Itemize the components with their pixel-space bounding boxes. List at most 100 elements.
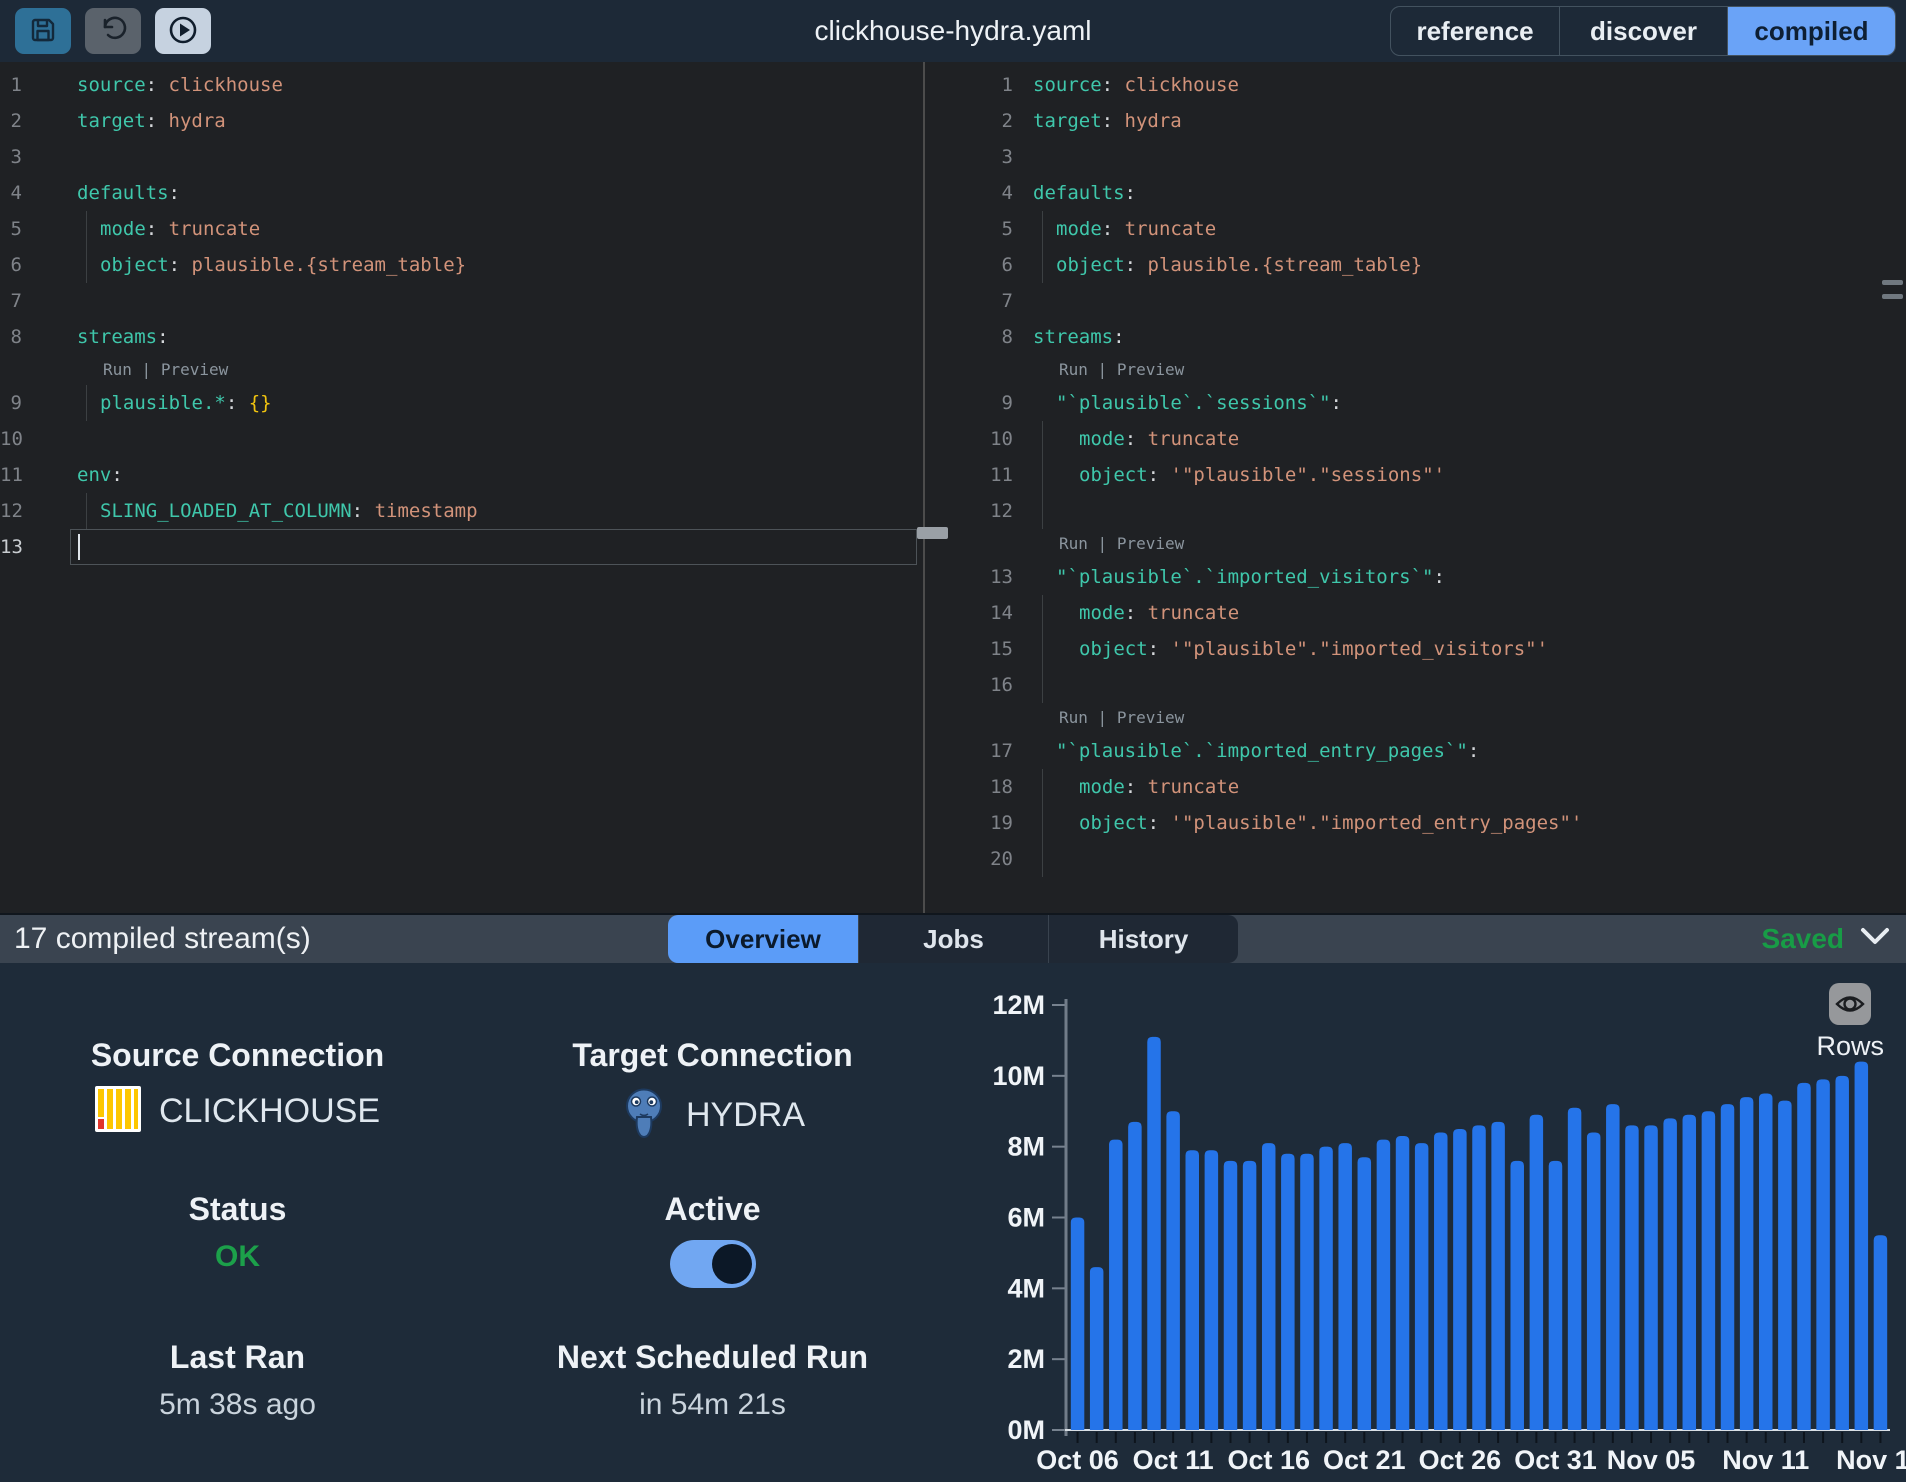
code-line[interactable]: 20	[925, 841, 1906, 877]
bar[interactable]	[1510, 1161, 1524, 1430]
bar[interactable]	[1147, 1037, 1161, 1430]
code-line[interactable]: 13	[0, 529, 923, 565]
run-stream-link[interactable]: Run	[1059, 360, 1088, 379]
bar[interactable]	[1816, 1079, 1830, 1430]
run-stream-link[interactable]: Run	[1059, 708, 1088, 727]
bar[interactable]	[1128, 1122, 1142, 1430]
active-toggle[interactable]	[670, 1240, 756, 1288]
bar[interactable]	[1319, 1147, 1333, 1430]
tab-reference[interactable]: reference	[1391, 7, 1559, 55]
bar[interactable]	[1606, 1104, 1620, 1430]
code-line[interactable]: 15object: '"plausible"."imported_visitor…	[925, 631, 1906, 667]
tab-history[interactable]: History	[1048, 915, 1238, 963]
run-stream-link[interactable]: Run	[103, 360, 132, 379]
tab-discover[interactable]: discover	[1559, 7, 1727, 55]
bar[interactable]	[1434, 1133, 1448, 1431]
code-line[interactable]: 6object: plausible.{stream_table}	[0, 247, 923, 283]
tab-compiled[interactable]: compiled	[1727, 7, 1895, 55]
source-yaml-code[interactable]: 1source: clickhouse2target: hydra34defau…	[0, 62, 923, 565]
bar[interactable]	[1358, 1157, 1372, 1430]
code-line[interactable]: 19object: '"plausible"."imported_entry_p…	[925, 805, 1906, 841]
bar[interactable]	[1453, 1129, 1467, 1430]
bar[interactable]	[1281, 1154, 1295, 1430]
compiled-editor-pane[interactable]: 1source: clickhouse2target: hydra34defau…	[923, 62, 1906, 913]
run-button[interactable]	[155, 8, 211, 54]
code-line[interactable]: 11object: '"plausible"."sessions"'	[925, 457, 1906, 493]
code-line[interactable]: 7	[925, 283, 1906, 319]
bar[interactable]	[1243, 1161, 1257, 1430]
code-line[interactable]: 4defaults:	[0, 175, 923, 211]
code-line[interactable]: 5mode: truncate	[925, 211, 1906, 247]
code-line[interactable]: 8streams:	[0, 319, 923, 355]
code-line[interactable]: 10	[0, 421, 923, 457]
preview-stream-link[interactable]: Preview	[161, 360, 228, 379]
bar[interactable]	[1090, 1267, 1104, 1430]
toggle-metric-button[interactable]	[1829, 983, 1871, 1025]
code-line[interactable]: 6object: plausible.{stream_table}	[925, 247, 1906, 283]
bar[interactable]	[1721, 1104, 1735, 1430]
bar[interactable]	[1262, 1143, 1276, 1430]
tab-jobs[interactable]: Jobs	[858, 915, 1048, 963]
bar[interactable]	[1396, 1136, 1410, 1430]
bar[interactable]	[1549, 1161, 1563, 1430]
code-line[interactable]: 10mode: truncate	[925, 421, 1906, 457]
bar[interactable]	[1205, 1150, 1219, 1430]
bar[interactable]	[1491, 1122, 1505, 1430]
tab-overview[interactable]: Overview	[668, 915, 858, 963]
code-line[interactable]: 8streams:	[925, 319, 1906, 355]
code-line[interactable]: 1source: clickhouse	[925, 67, 1906, 103]
bar[interactable]	[1109, 1140, 1123, 1430]
bar[interactable]	[1300, 1154, 1314, 1430]
code-line[interactable]: 16	[925, 667, 1906, 703]
bar[interactable]	[1568, 1108, 1582, 1430]
code-line[interactable]: 9"`plausible`.`sessions`":	[925, 385, 1906, 421]
bar[interactable]	[1224, 1161, 1238, 1430]
code-line[interactable]: 13"`plausible`.`imported_visitors`":	[925, 559, 1906, 595]
bar[interactable]	[1377, 1140, 1391, 1430]
code-line[interactable]: 9plausible.*: {}	[0, 385, 923, 421]
bar[interactable]	[1530, 1115, 1544, 1430]
preview-stream-link[interactable]: Preview	[1117, 708, 1184, 727]
code-line[interactable]: 3	[925, 139, 1906, 175]
bar[interactable]	[1644, 1125, 1658, 1430]
bar[interactable]	[1835, 1076, 1849, 1430]
bar[interactable]	[1415, 1143, 1429, 1430]
bar[interactable]	[1663, 1118, 1677, 1430]
bar[interactable]	[1778, 1101, 1792, 1430]
code-line[interactable]: 17"`plausible`.`imported_entry_pages`":	[925, 733, 1906, 769]
bar[interactable]	[1186, 1150, 1200, 1430]
code-line[interactable]: 3	[0, 139, 923, 175]
preview-stream-link[interactable]: Preview	[1117, 360, 1184, 379]
code-line[interactable]: 4defaults:	[925, 175, 1906, 211]
code-line[interactable]: 18mode: truncate	[925, 769, 1906, 805]
bar[interactable]	[1587, 1133, 1601, 1431]
code-line[interactable]: 2target: hydra	[0, 103, 923, 139]
bar[interactable]	[1759, 1094, 1773, 1430]
preview-stream-link[interactable]: Preview	[1117, 534, 1184, 553]
bar[interactable]	[1472, 1125, 1486, 1430]
bar[interactable]	[1740, 1097, 1754, 1430]
save-button[interactable]	[15, 8, 71, 54]
code-line[interactable]: 14mode: truncate	[925, 595, 1906, 631]
code-line[interactable]: 7	[0, 283, 923, 319]
code-line[interactable]: 5mode: truncate	[0, 211, 923, 247]
undo-button[interactable]	[85, 8, 141, 54]
bar[interactable]	[1874, 1235, 1888, 1430]
bar[interactable]	[1855, 1062, 1869, 1430]
bar[interactable]	[1797, 1083, 1811, 1430]
pane-splitter-handle[interactable]	[917, 527, 948, 539]
bar[interactable]	[1702, 1111, 1716, 1430]
bar[interactable]	[1338, 1143, 1352, 1430]
code-line[interactable]: 2target: hydra	[925, 103, 1906, 139]
bar[interactable]	[1625, 1125, 1639, 1430]
scrollbar-handle[interactable]	[1882, 280, 1903, 299]
bar[interactable]	[1166, 1111, 1180, 1430]
code-line[interactable]: 12SLING_LOADED_AT_COLUMN: timestamp	[0, 493, 923, 529]
source-editor-pane[interactable]: 1source: clickhouse2target: hydra34defau…	[0, 62, 923, 913]
code-line[interactable]: 11env:	[0, 457, 923, 493]
bar[interactable]	[1683, 1115, 1697, 1430]
code-line[interactable]: 12	[925, 493, 1906, 529]
bar[interactable]	[1071, 1218, 1085, 1431]
code-line[interactable]: 1source: clickhouse	[0, 67, 923, 103]
run-stream-link[interactable]: Run	[1059, 534, 1088, 553]
